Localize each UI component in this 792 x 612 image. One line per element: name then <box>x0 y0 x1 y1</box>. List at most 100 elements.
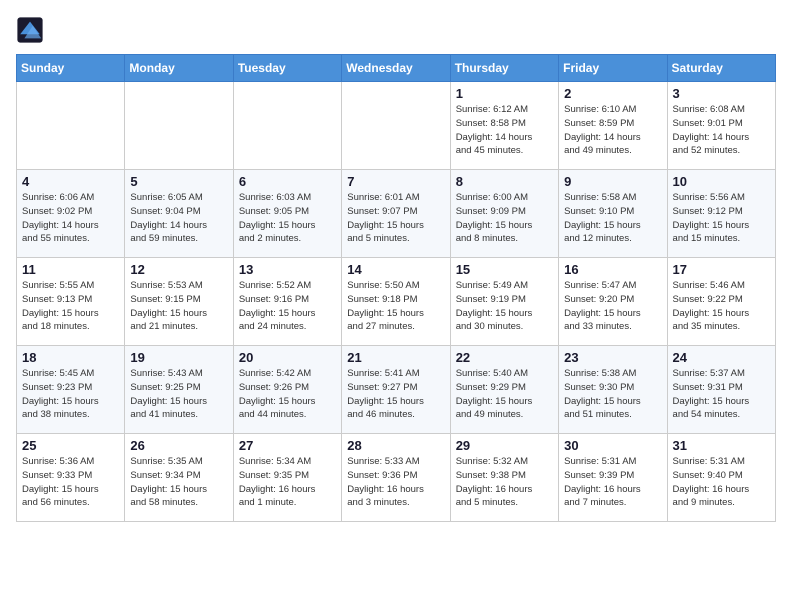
day-number: 3 <box>673 86 770 101</box>
day-info: Sunrise: 5:52 AM Sunset: 9:16 PM Dayligh… <box>239 279 336 334</box>
calendar-cell: 20 Sunrise: 5:42 AM Sunset: 9:26 PM Dayli… <box>233 346 341 434</box>
day-number: 18 <box>22 350 119 365</box>
calendar-cell: 11 Sunrise: 5:55 AM Sunset: 9:13 PM Dayli… <box>17 258 125 346</box>
calendar-cell: 7 Sunrise: 6:01 AM Sunset: 9:07 PM Daylig… <box>342 170 450 258</box>
day-number: 16 <box>564 262 661 277</box>
calendar-week-5: 25 Sunrise: 5:36 AM Sunset: 9:33 PM Dayli… <box>17 434 776 522</box>
calendar-cell: 14 Sunrise: 5:50 AM Sunset: 9:18 PM Dayli… <box>342 258 450 346</box>
calendar-cell: 27 Sunrise: 5:34 AM Sunset: 9:35 PM Dayli… <box>233 434 341 522</box>
calendar-cell <box>125 82 233 170</box>
weekday-header-sunday: Sunday <box>17 55 125 82</box>
day-number: 21 <box>347 350 444 365</box>
weekday-header-wednesday: Wednesday <box>342 55 450 82</box>
day-number: 28 <box>347 438 444 453</box>
day-number: 17 <box>673 262 770 277</box>
day-number: 4 <box>22 174 119 189</box>
day-number: 30 <box>564 438 661 453</box>
calendar-cell: 19 Sunrise: 5:43 AM Sunset: 9:25 PM Dayli… <box>125 346 233 434</box>
calendar-body: 1 Sunrise: 6:12 AM Sunset: 8:58 PM Daylig… <box>17 82 776 522</box>
weekday-header-monday: Monday <box>125 55 233 82</box>
day-number: 6 <box>239 174 336 189</box>
day-info: Sunrise: 5:35 AM Sunset: 9:34 PM Dayligh… <box>130 455 227 510</box>
day-info: Sunrise: 6:10 AM Sunset: 8:59 PM Dayligh… <box>564 103 661 158</box>
day-number: 29 <box>456 438 553 453</box>
day-number: 26 <box>130 438 227 453</box>
day-number: 31 <box>673 438 770 453</box>
calendar-cell: 25 Sunrise: 5:36 AM Sunset: 9:33 PM Dayli… <box>17 434 125 522</box>
day-number: 9 <box>564 174 661 189</box>
day-number: 22 <box>456 350 553 365</box>
calendar-cell: 2Sunrise: 6:10 AM Sunset: 8:59 PM Daylig… <box>559 82 667 170</box>
day-info: Sunrise: 6:06 AM Sunset: 9:02 PM Dayligh… <box>22 191 119 246</box>
calendar-cell: 8 Sunrise: 6:00 AM Sunset: 9:09 PM Daylig… <box>450 170 558 258</box>
day-info: Sunrise: 6:12 AM Sunset: 8:58 PM Dayligh… <box>456 103 553 158</box>
calendar-cell: 10Sunrise: 5:56 AM Sunset: 9:12 PM Dayli… <box>667 170 775 258</box>
calendar-cell: 1 Sunrise: 6:12 AM Sunset: 8:58 PM Daylig… <box>450 82 558 170</box>
day-info: Sunrise: 5:42 AM Sunset: 9:26 PM Dayligh… <box>239 367 336 422</box>
calendar-cell: 29 Sunrise: 5:32 AM Sunset: 9:38 PM Dayli… <box>450 434 558 522</box>
day-info: Sunrise: 5:56 AM Sunset: 9:12 PM Dayligh… <box>673 191 770 246</box>
calendar-cell: 18 Sunrise: 5:45 AM Sunset: 9:23 PM Dayli… <box>17 346 125 434</box>
day-info: Sunrise: 6:08 AM Sunset: 9:01 PM Dayligh… <box>673 103 770 158</box>
calendar-week-2: 4 Sunrise: 6:06 AM Sunset: 9:02 PM Daylig… <box>17 170 776 258</box>
calendar-cell: 13 Sunrise: 5:52 AM Sunset: 9:16 PM Dayli… <box>233 258 341 346</box>
calendar-cell: 28 Sunrise: 5:33 AM Sunset: 9:36 PM Dayli… <box>342 434 450 522</box>
day-number: 5 <box>130 174 227 189</box>
day-info: Sunrise: 5:45 AM Sunset: 9:23 PM Dayligh… <box>22 367 119 422</box>
weekday-header-tuesday: Tuesday <box>233 55 341 82</box>
weekday-header-row: SundayMondayTuesdayWednesdayThursdayFrid… <box>17 55 776 82</box>
day-info: Sunrise: 5:32 AM Sunset: 9:38 PM Dayligh… <box>456 455 553 510</box>
day-number: 24 <box>673 350 770 365</box>
calendar-cell: 21 Sunrise: 5:41 AM Sunset: 9:27 PM Dayli… <box>342 346 450 434</box>
day-number: 20 <box>239 350 336 365</box>
day-number: 14 <box>347 262 444 277</box>
day-number: 15 <box>456 262 553 277</box>
calendar-week-3: 11 Sunrise: 5:55 AM Sunset: 9:13 PM Dayli… <box>17 258 776 346</box>
weekday-header-friday: Friday <box>559 55 667 82</box>
day-info: Sunrise: 5:38 AM Sunset: 9:30 PM Dayligh… <box>564 367 661 422</box>
day-number: 7 <box>347 174 444 189</box>
day-info: Sunrise: 5:34 AM Sunset: 9:35 PM Dayligh… <box>239 455 336 510</box>
day-number: 1 <box>456 86 553 101</box>
day-info: Sunrise: 5:53 AM Sunset: 9:15 PM Dayligh… <box>130 279 227 334</box>
day-info: Sunrise: 6:05 AM Sunset: 9:04 PM Dayligh… <box>130 191 227 246</box>
calendar-cell: 9 Sunrise: 5:58 AM Sunset: 9:10 PM Daylig… <box>559 170 667 258</box>
calendar-cell: 17 Sunrise: 5:46 AM Sunset: 9:22 PM Dayli… <box>667 258 775 346</box>
day-number: 8 <box>456 174 553 189</box>
calendar-cell: 12 Sunrise: 5:53 AM Sunset: 9:15 PM Dayli… <box>125 258 233 346</box>
day-info: Sunrise: 5:50 AM Sunset: 9:18 PM Dayligh… <box>347 279 444 334</box>
day-number: 12 <box>130 262 227 277</box>
day-number: 27 <box>239 438 336 453</box>
day-info: Sunrise: 5:31 AM Sunset: 9:40 PM Dayligh… <box>673 455 770 510</box>
calendar-cell <box>233 82 341 170</box>
weekday-header-saturday: Saturday <box>667 55 775 82</box>
day-info: Sunrise: 6:00 AM Sunset: 9:09 PM Dayligh… <box>456 191 553 246</box>
day-info: Sunrise: 5:55 AM Sunset: 9:13 PM Dayligh… <box>22 279 119 334</box>
day-info: Sunrise: 5:41 AM Sunset: 9:27 PM Dayligh… <box>347 367 444 422</box>
day-info: Sunrise: 5:46 AM Sunset: 9:22 PM Dayligh… <box>673 279 770 334</box>
day-info: Sunrise: 5:49 AM Sunset: 9:19 PM Dayligh… <box>456 279 553 334</box>
calendar-table: SundayMondayTuesdayWednesdayThursdayFrid… <box>16 54 776 522</box>
day-info: Sunrise: 5:33 AM Sunset: 9:36 PM Dayligh… <box>347 455 444 510</box>
weekday-header-thursday: Thursday <box>450 55 558 82</box>
day-number: 13 <box>239 262 336 277</box>
calendar-cell: 26 Sunrise: 5:35 AM Sunset: 9:34 PM Dayli… <box>125 434 233 522</box>
calendar-cell: 4 Sunrise: 6:06 AM Sunset: 9:02 PM Daylig… <box>17 170 125 258</box>
calendar-cell: 30 Sunrise: 5:31 AM Sunset: 9:39 PM Dayli… <box>559 434 667 522</box>
calendar-cell: 22Sunrise: 5:40 AM Sunset: 9:29 PM Dayli… <box>450 346 558 434</box>
day-info: Sunrise: 5:58 AM Sunset: 9:10 PM Dayligh… <box>564 191 661 246</box>
day-number: 19 <box>130 350 227 365</box>
day-info: Sunrise: 5:31 AM Sunset: 9:39 PM Dayligh… <box>564 455 661 510</box>
day-number: 23 <box>564 350 661 365</box>
day-info: Sunrise: 5:36 AM Sunset: 9:33 PM Dayligh… <box>22 455 119 510</box>
calendar-cell: 5 Sunrise: 6:05 AM Sunset: 9:04 PM Daylig… <box>125 170 233 258</box>
calendar-cell: 6Sunrise: 6:03 AM Sunset: 9:05 PM Daylig… <box>233 170 341 258</box>
day-number: 11 <box>22 262 119 277</box>
day-info: Sunrise: 5:47 AM Sunset: 9:20 PM Dayligh… <box>564 279 661 334</box>
calendar-cell: 23 Sunrise: 5:38 AM Sunset: 9:30 PM Dayli… <box>559 346 667 434</box>
day-number: 25 <box>22 438 119 453</box>
day-info: Sunrise: 5:43 AM Sunset: 9:25 PM Dayligh… <box>130 367 227 422</box>
page-header <box>16 16 776 44</box>
day-info: Sunrise: 6:01 AM Sunset: 9:07 PM Dayligh… <box>347 191 444 246</box>
calendar-header: SundayMondayTuesdayWednesdayThursdayFrid… <box>17 55 776 82</box>
